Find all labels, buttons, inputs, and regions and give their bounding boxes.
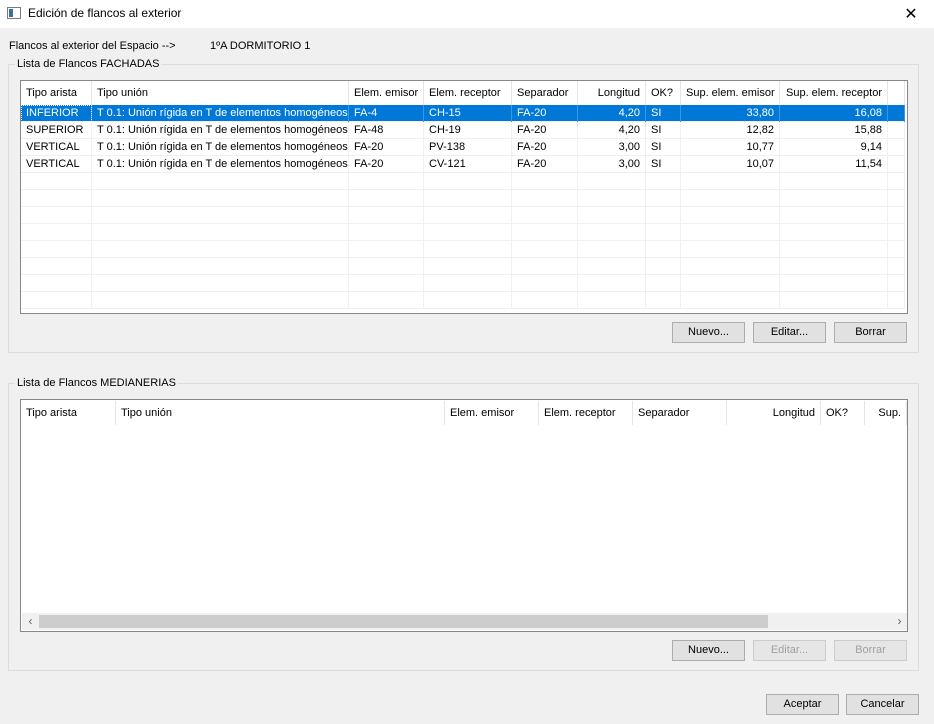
cell-elem-receptor: CV-121 [424, 156, 512, 173]
title-bar: Edición de flancos al exterior ✕ [0, 0, 934, 28]
empty-row [21, 173, 905, 190]
cell-ok: SI [646, 122, 681, 139]
column-header-elem-receptor[interactable]: Elem. receptor [539, 401, 633, 425]
table-row[interactable]: VERTICAL T 0.1: Unión rígida en T de ele… [21, 156, 905, 173]
cell-longitud: 4,20 [578, 122, 646, 139]
cell-tipo-arista: VERTICAL [21, 156, 92, 173]
cell-separador: FA-20 [512, 105, 578, 122]
column-header-tipo-union[interactable]: Tipo unión [92, 81, 349, 105]
cell-elem-receptor: PV-138 [424, 139, 512, 156]
cell-filler [888, 156, 905, 173]
medianerias-table[interactable]: Tipo arista Tipo unión Elem. emisor Elem… [20, 399, 908, 632]
cell-tipo-arista: INFERIOR [21, 105, 92, 122]
cancel-button[interactable]: Cancelar [846, 694, 919, 715]
close-icon: ✕ [904, 6, 918, 23]
column-header-separador[interactable]: Separador [633, 401, 727, 425]
medianerias-table-header: Tipo arista Tipo unión Elem. emisor Elem… [21, 401, 907, 426]
column-header-elem-receptor[interactable]: Elem. receptor [424, 81, 512, 105]
horizontal-scrollbar[interactable]: ‹ › [22, 613, 907, 630]
accept-button[interactable]: Aceptar [766, 694, 839, 715]
column-header-elem-emisor[interactable]: Elem. emisor [445, 401, 539, 425]
cell-sup-elem-receptor: 16,08 [780, 105, 888, 122]
medianerias-new-button[interactable]: Nuevo... [672, 640, 745, 661]
cell-elem-emisor: FA-20 [349, 139, 424, 156]
fachadas-edit-button[interactable]: Editar... [753, 322, 826, 343]
window-title: Edición de flancos al exterior [28, 6, 182, 20]
scroll-right-icon[interactable]: › [891, 613, 907, 630]
space-label: Flancos al exterior del Espacio --> [9, 40, 176, 52]
fachadas-new-button[interactable]: Nuevo... [672, 322, 745, 343]
cell-tipo-union: T 0.1: Unión rígida en T de elementos ho… [92, 139, 349, 156]
column-header-sup-elem-emisor[interactable]: Sup. elem. emisor [681, 81, 780, 105]
cell-tipo-union: T 0.1: Unión rígida en T de elementos ho… [92, 122, 349, 139]
column-header-ok[interactable]: OK? [821, 401, 865, 425]
fachadas-group-title: Lista de Flancos FACHADAS [15, 58, 162, 70]
cell-sup-elem-emisor: 33,80 [681, 105, 780, 122]
cell-ok: SI [646, 105, 681, 122]
cell-longitud: 3,00 [578, 156, 646, 173]
cell-sup-elem-receptor: 15,88 [780, 122, 888, 139]
close-button[interactable]: ✕ [888, 0, 934, 28]
empty-row [21, 275, 905, 292]
cell-filler [888, 139, 905, 156]
cell-ok: SI [646, 156, 681, 173]
medianerias-edit-button[interactable]: Editar... [753, 640, 826, 661]
table-row[interactable]: VERTICAL T 0.1: Unión rígida en T de ele… [21, 139, 905, 156]
column-header-ok[interactable]: OK? [646, 81, 681, 105]
cell-longitud: 3,00 [578, 139, 646, 156]
cell-elem-emisor: FA-48 [349, 122, 424, 139]
cell-tipo-union: T 0.1: Unión rígida en T de elementos ho… [92, 105, 349, 122]
cell-ok: SI [646, 139, 681, 156]
column-header-longitud[interactable]: Longitud [578, 81, 646, 105]
window-icon [7, 7, 21, 19]
cell-sup-elem-receptor: 9,14 [780, 139, 888, 156]
medianerias-delete-button[interactable]: Borrar [834, 640, 907, 661]
empty-row [21, 292, 905, 309]
empty-row [21, 258, 905, 275]
table-row[interactable]: SUPERIOR T 0.1: Unión rígida en T de ele… [21, 122, 905, 139]
column-header-separador[interactable]: Separador [512, 81, 578, 105]
empty-row [21, 241, 905, 258]
column-header-elem-emisor[interactable]: Elem. emisor [349, 81, 424, 105]
cell-tipo-arista: VERTICAL [21, 139, 92, 156]
empty-row [21, 224, 905, 241]
cell-elem-receptor: CH-15 [424, 105, 512, 122]
table-row[interactable]: INFERIOR T 0.1: Unión rígida en T de ele… [21, 105, 905, 122]
cell-tipo-arista: SUPERIOR [21, 122, 92, 139]
column-header-filler [888, 81, 905, 105]
empty-row [21, 207, 905, 224]
cell-tipo-union: T 0.1: Unión rígida en T de elementos ho… [92, 156, 349, 173]
cell-elem-receptor: CH-19 [424, 122, 512, 139]
column-header-tipo-arista[interactable]: Tipo arista [21, 81, 92, 105]
fachadas-table-body: INFERIOR T 0.1: Unión rígida en T de ele… [21, 105, 905, 309]
cell-filler [888, 105, 905, 122]
cell-separador: FA-20 [512, 156, 578, 173]
column-header-tipo-arista[interactable]: Tipo arista [21, 401, 116, 425]
fachadas-table[interactable]: Tipo arista Tipo unión Elem. emisor Elem… [20, 80, 908, 314]
cell-sup-elem-receptor: 11,54 [780, 156, 888, 173]
cell-sup-elem-emisor: 10,07 [681, 156, 780, 173]
fachadas-table-header: Tipo arista Tipo unión Elem. emisor Elem… [21, 81, 905, 105]
cell-elem-emisor: FA-4 [349, 105, 424, 122]
cell-separador: FA-20 [512, 122, 578, 139]
medianerias-group-title: Lista de Flancos MEDIANERIAS [15, 377, 178, 389]
fachadas-delete-button[interactable]: Borrar [834, 322, 907, 343]
space-value: 1ºA DORMITORIO 1 [210, 40, 311, 52]
column-header-tipo-union[interactable]: Tipo unión [116, 401, 445, 425]
cell-filler [888, 122, 905, 139]
cell-sup-elem-emisor: 10,77 [681, 139, 780, 156]
scroll-left-icon[interactable]: ‹ [22, 613, 39, 630]
empty-row [21, 190, 905, 207]
column-header-sup[interactable]: Sup. [865, 401, 907, 425]
cell-elem-emisor: FA-20 [349, 156, 424, 173]
column-header-longitud[interactable]: Longitud [727, 401, 821, 425]
cell-separador: FA-20 [512, 139, 578, 156]
scrollbar-thumb[interactable] [39, 615, 768, 628]
column-header-sup-elem-receptor[interactable]: Sup. elem. receptor [780, 81, 888, 105]
cell-longitud: 4,20 [578, 105, 646, 122]
cell-sup-elem-emisor: 12,82 [681, 122, 780, 139]
